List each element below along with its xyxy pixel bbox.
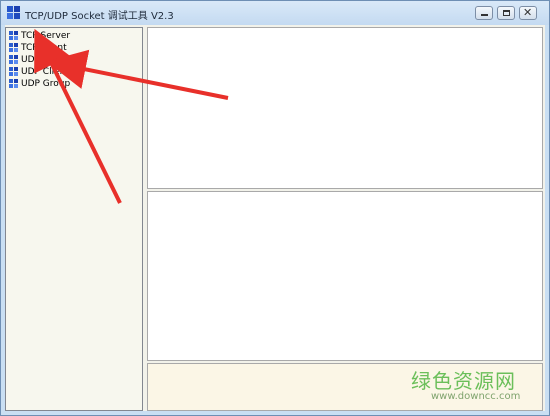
info-panel (147, 27, 543, 189)
maximize-icon (503, 10, 510, 16)
app-window: TCP/UDP Socket 调试工具 V2.3 ✕ 创建 删除 退出 TCP … (0, 0, 550, 416)
tree-item-label: TCP Client (21, 43, 67, 53)
socket-node-icon (9, 55, 19, 65)
close-button[interactable]: ✕ (519, 6, 537, 20)
close-icon: ✕ (523, 6, 533, 19)
data-panel[interactable] (147, 191, 543, 361)
tree-item-label: UDP Group (21, 79, 71, 89)
app-icon (7, 6, 20, 19)
title-bar[interactable]: TCP/UDP Socket 调试工具 V2.3 ✕ (1, 1, 549, 25)
socket-tree[interactable]: TCP Server TCP Client UDP Server UDP Cli… (5, 27, 143, 411)
socket-node-icon (9, 79, 19, 89)
socket-node-icon (9, 43, 19, 53)
watermark-url: www.downcc.com (431, 391, 521, 402)
tree-item-label: UDP Server (21, 55, 73, 65)
tree-item-label: TCP Server (21, 31, 71, 41)
window-title: TCP/UDP Socket 调试工具 V2.3 (25, 11, 174, 22)
socket-node-icon (9, 31, 19, 41)
tree-item-label: UDP Client (21, 67, 69, 77)
minimize-button[interactable] (475, 6, 493, 20)
watermark-brand: 绿色资源网 (411, 369, 516, 393)
maximize-button[interactable] (497, 6, 515, 20)
minimize-icon (481, 14, 488, 16)
socket-node-icon (9, 67, 19, 77)
